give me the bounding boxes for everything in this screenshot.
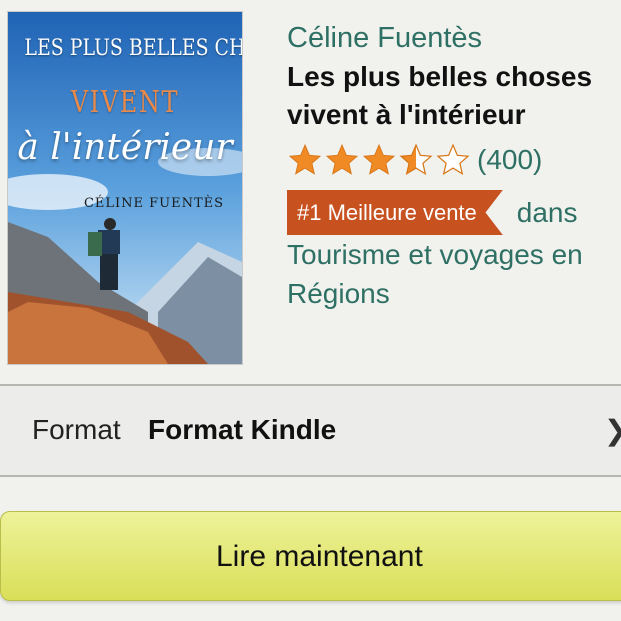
star-rating — [287, 142, 471, 178]
read-now-button[interactable]: Lire maintenant — [0, 511, 621, 601]
format-selector[interactable]: Format Format Kindle ❯ — [0, 386, 621, 476]
star-half-icon — [399, 143, 433, 176]
read-now-label: Lire maintenant — [216, 540, 423, 573]
author-link[interactable]: Céline Fuentès — [287, 18, 621, 58]
cover-title-line3: à l'intérieur — [17, 127, 233, 168]
bestseller-badge: #1 Meilleure vente — [287, 190, 503, 235]
cover-author-text: CÉLINE FUENTÈS — [83, 196, 225, 211]
divider-bottom — [0, 475, 621, 477]
product-title-line1: Les plus belles choses — [287, 61, 593, 92]
category-link-line1[interactable]: Tourisme et voyages en — [287, 239, 583, 270]
star-full-icon — [362, 143, 396, 175]
book-cover[interactable]: LES PLUS BELLES CHOSES VIVENT à l'intéri… — [8, 12, 242, 364]
category-prefix: dans — [516, 197, 578, 228]
cover-art — [8, 12, 242, 364]
product-title-line2: vivent à l'intérieur — [287, 99, 526, 130]
format-label: Format — [32, 414, 121, 445]
star-empty-icon — [436, 143, 470, 176]
cover-title-line2: VIVENT — [70, 85, 180, 120]
bestseller-row: #1 Meilleure vente dans Tourisme et voyag… — [287, 190, 621, 313]
rating-count[interactable]: (400) — [477, 144, 542, 176]
star-full-icon — [325, 143, 359, 175]
star-full-icon — [288, 143, 322, 175]
chevron-right-icon: ❯ — [604, 414, 621, 447]
category-link-line2[interactable]: Régions — [287, 278, 390, 309]
rating-row[interactable]: (400) — [287, 140, 621, 180]
product-info: Céline Fuentès Les plus belles choses vi… — [287, 18, 621, 313]
format-value: Format Kindle — [148, 414, 337, 445]
cover-series-text: LES PLUS BELLES CHOSES — [24, 36, 242, 61]
